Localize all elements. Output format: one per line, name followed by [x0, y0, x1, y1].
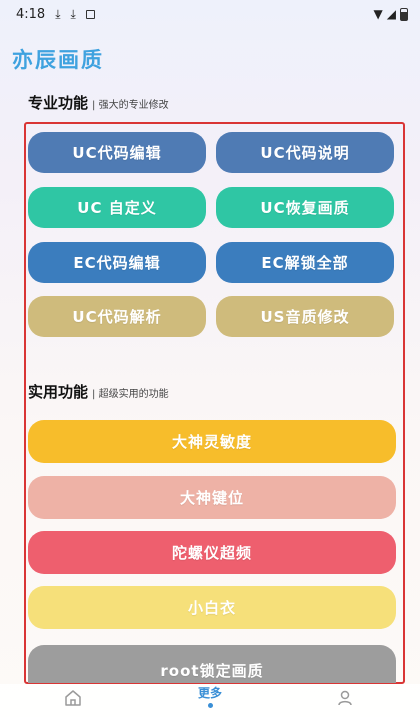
xiaobaiyi-button[interactable]: 小白衣	[28, 586, 396, 629]
us-audio-modify-button[interactable]: US音质修改	[216, 296, 394, 337]
ec-code-edit-button[interactable]: EC代码编辑	[28, 242, 206, 283]
sensitivity-button[interactable]: 大神灵敏度	[28, 420, 396, 463]
nav-profile[interactable]	[336, 689, 354, 707]
status-bar: 4:18 ⤓ ⤓ ▼ ◢	[0, 0, 420, 28]
section-subtitle: 超级实用的功能	[92, 385, 169, 400]
notification-box-icon	[85, 9, 95, 19]
section-header-pro: 专业功能 强大的专业修改	[28, 92, 169, 113]
gyro-overclock-button[interactable]: 陀螺仪超频	[28, 531, 396, 574]
signal-icon: ◢	[386, 7, 396, 21]
battery-icon	[400, 7, 408, 21]
active-indicator-dot	[207, 703, 213, 708]
status-time: 4:18	[16, 6, 46, 22]
bottom-nav: 更多	[0, 684, 420, 717]
nav-home[interactable]	[64, 689, 82, 707]
section-header-util: 实用功能 超级实用的功能	[28, 381, 169, 402]
key-layout-button[interactable]: 大神键位	[28, 476, 396, 519]
section-title: 专业功能	[28, 94, 89, 112]
uc-code-edit-button[interactable]: UC代码编辑	[28, 132, 206, 173]
root-lock-quality-button[interactable]: root锁定画质	[28, 645, 396, 683]
uc-code-parse-button[interactable]: UC代码解析	[28, 296, 206, 337]
nav-more-label: 更多	[198, 686, 223, 700]
section-title: 实用功能	[28, 383, 89, 401]
download-icon: ⤓	[55, 7, 61, 21]
ec-unlock-all-button[interactable]: EC解锁全部	[216, 242, 394, 283]
user-icon	[338, 690, 352, 706]
wifi-icon: ▼	[373, 7, 383, 21]
section-subtitle: 强大的专业修改	[92, 96, 169, 111]
app-title: 亦辰画质	[12, 48, 104, 72]
uc-custom-button[interactable]: UC 自定义	[28, 187, 206, 228]
uc-code-help-button[interactable]: UC代码说明	[216, 132, 394, 173]
download-icon: ⤓	[70, 7, 76, 21]
nav-more[interactable]: 更多	[198, 684, 222, 708]
home-icon	[65, 690, 81, 706]
uc-restore-quality-button[interactable]: UC恢复画质	[216, 187, 394, 228]
